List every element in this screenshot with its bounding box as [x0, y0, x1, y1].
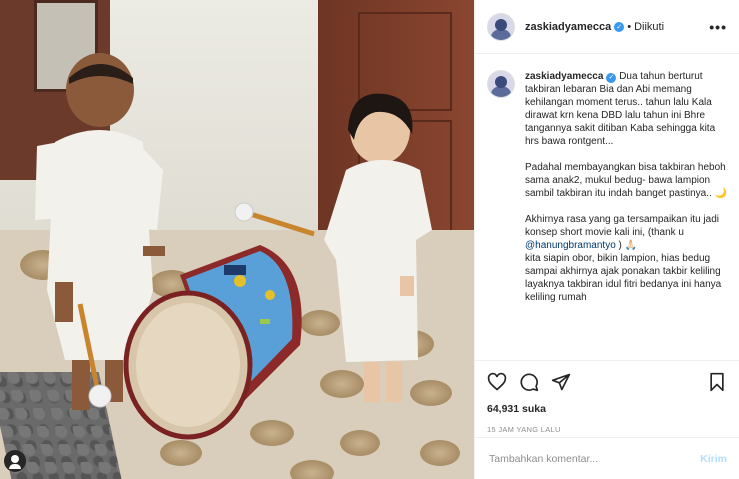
caption-avatar[interactable]: [487, 70, 515, 98]
separator-dot: •: [627, 20, 632, 33]
comment-icon[interactable]: [519, 372, 539, 392]
photo-drum: [123, 245, 302, 440]
post-side-panel: zaskiadyamecca ✓ • Diikuti ••• zaskiadya…: [474, 0, 739, 479]
photo-drumstick-left: [77, 303, 112, 408]
post-timestamp[interactable]: 15 JAM YANG LALU: [487, 425, 727, 434]
caption-verified-icon: ✓: [606, 72, 617, 83]
post-comment-button[interactable]: Kirim: [700, 453, 727, 465]
instagram-post: zaskiadyamecca ✓ • Diikuti ••• zaskiadya…: [0, 0, 739, 479]
photo-drumstick-right: [234, 202, 315, 237]
caption-area: zaskiadyamecca ✓ Dua tahun berturut takbi…: [475, 54, 739, 360]
share-icon[interactable]: [551, 372, 571, 392]
more-options-icon[interactable]: •••: [709, 19, 727, 35]
post-actions: 64,931 suka 15 JAM YANG LALU: [475, 360, 739, 434]
avatar[interactable]: [487, 12, 515, 41]
follow-status-button[interactable]: Diikuti: [634, 21, 664, 33]
caption-mention-link[interactable]: @hanungbramantyo: [525, 240, 616, 251]
verified-badge-icon: ✓: [614, 21, 625, 32]
caption-username[interactable]: zaskiadyamecca: [525, 71, 603, 82]
post-header: zaskiadyamecca ✓ • Diikuti •••: [475, 0, 739, 54]
photo-kid-right: [324, 93, 432, 402]
heart-icon[interactable]: [487, 372, 507, 392]
caption-text: zaskiadyamecca ✓ Dua tahun berturut takbi…: [525, 70, 727, 360]
caption-body-1: Dua tahun berturut takbiran lebaran Bia …: [525, 71, 728, 238]
post-username[interactable]: zaskiadyamecca: [525, 21, 611, 33]
comment-input[interactable]: [487, 451, 701, 466]
post-photo[interactable]: [0, 0, 474, 479]
tagged-user-icon[interactable]: [4, 450, 26, 472]
like-count[interactable]: 64,931 suka: [487, 403, 727, 415]
comment-box: Kirim: [475, 437, 739, 479]
bookmark-icon[interactable]: [707, 372, 727, 392]
